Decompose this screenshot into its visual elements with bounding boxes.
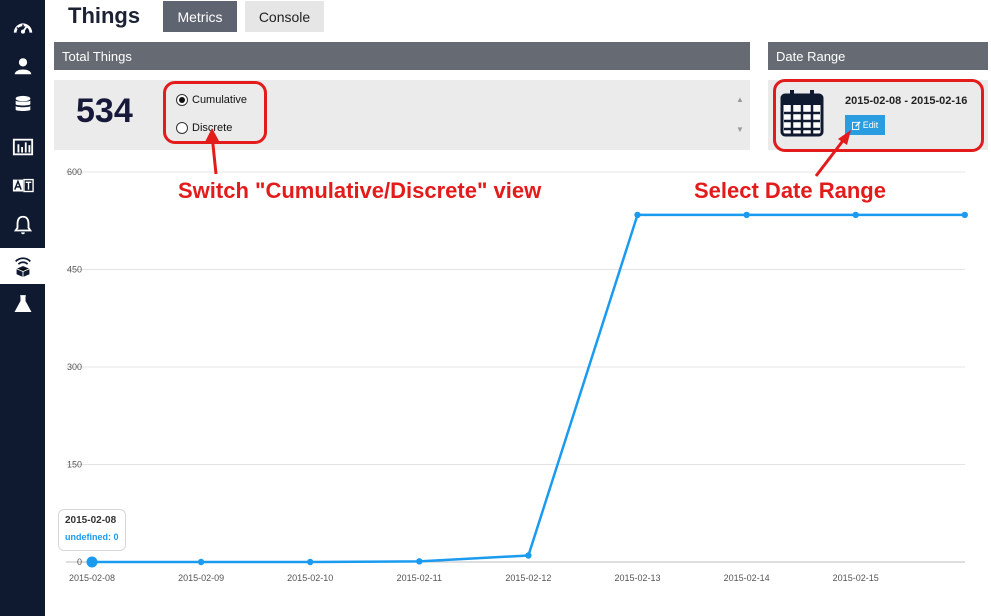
annotation-arrows (205, 128, 851, 177)
annotation-select-date: Select Date Range (694, 178, 886, 203)
app-root: Things Metrics Console Total Things Date… (0, 0, 991, 616)
annotation-switch-view: Switch "Cumulative/Discrete" view (178, 178, 542, 203)
